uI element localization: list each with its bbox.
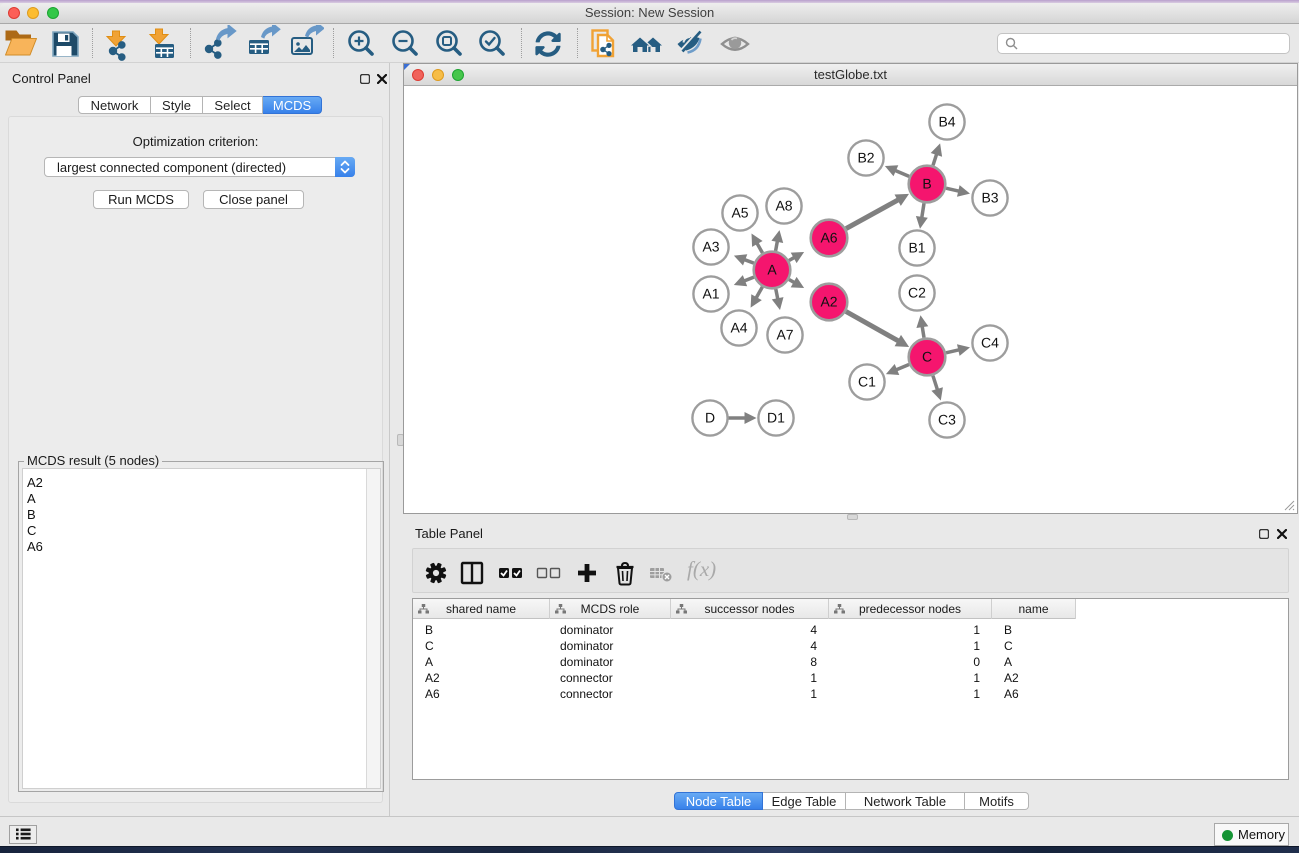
svg-text:A8: A8: [775, 198, 792, 214]
svg-text:D: D: [705, 410, 715, 426]
svg-text:C: C: [922, 349, 932, 365]
svg-text:B4: B4: [938, 114, 955, 130]
svg-text:A3: A3: [702, 239, 719, 255]
svg-text:D1: D1: [767, 410, 785, 426]
svg-text:B3: B3: [981, 190, 998, 206]
svg-text:C4: C4: [981, 335, 999, 351]
svg-text:A1: A1: [702, 286, 719, 302]
svg-text:A4: A4: [730, 320, 747, 336]
svg-text:A6: A6: [820, 230, 837, 246]
svg-text:C1: C1: [858, 374, 876, 390]
svg-text:B2: B2: [857, 150, 874, 166]
svg-text:A: A: [767, 262, 777, 278]
svg-text:B: B: [922, 176, 931, 192]
svg-text:A2: A2: [820, 294, 837, 310]
svg-text:C3: C3: [938, 412, 956, 428]
svg-text:A5: A5: [731, 205, 748, 221]
svg-text:B1: B1: [908, 240, 925, 256]
svg-text:A7: A7: [776, 327, 793, 343]
svg-text:C2: C2: [908, 285, 926, 301]
